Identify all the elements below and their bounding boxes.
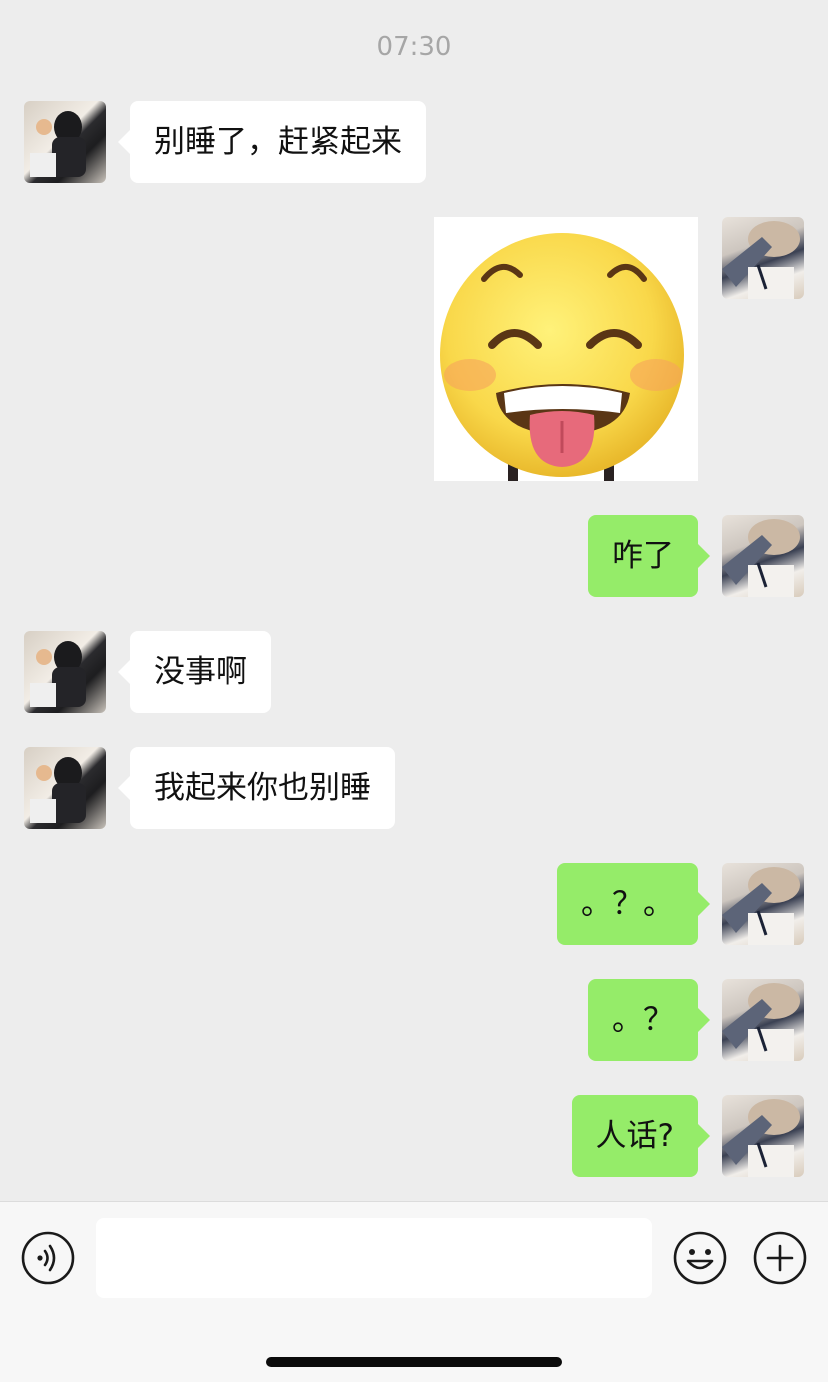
- chat-timestamp: 07:30: [376, 32, 452, 62]
- message-bubble-outgoing[interactable]: 。？: [588, 979, 710, 1061]
- plus-icon: [753, 1231, 807, 1285]
- self-avatar[interactable]: [722, 1095, 804, 1177]
- more-plus-button[interactable]: [753, 1231, 807, 1285]
- self-avatar[interactable]: [722, 217, 804, 299]
- friend-avatar[interactable]: [24, 631, 106, 713]
- friend-avatar[interactable]: [24, 101, 106, 183]
- message-bubble-incoming[interactable]: 没事啊: [118, 631, 271, 713]
- message-bubble-outgoing[interactable]: 人话?: [571, 1095, 711, 1177]
- message-bubble-outgoing[interactable]: 咋了: [588, 515, 710, 597]
- emoji-button[interactable]: [673, 1231, 727, 1285]
- voice-input-button[interactable]: [21, 1231, 75, 1285]
- message-bubble-incoming[interactable]: 别睡了，赶紧起来: [118, 101, 426, 183]
- home-indicator[interactable]: [266, 1357, 562, 1367]
- message-bubble-outgoing[interactable]: 。？。: [557, 863, 710, 945]
- friend-avatar[interactable]: [24, 747, 106, 829]
- message-input[interactable]: [96, 1218, 652, 1298]
- voice-input-icon: [21, 1231, 75, 1285]
- sticker-message[interactable]: [434, 217, 698, 481]
- grinning-tongue-out-emoji-icon: [440, 233, 684, 481]
- self-avatar[interactable]: [722, 515, 804, 597]
- self-avatar[interactable]: [722, 863, 804, 945]
- self-avatar[interactable]: [722, 979, 804, 1061]
- message-bubble-incoming[interactable]: 我起来你也别睡: [118, 747, 395, 829]
- chat-input-bar: [0, 1201, 828, 1382]
- emoji-icon: [673, 1231, 727, 1285]
